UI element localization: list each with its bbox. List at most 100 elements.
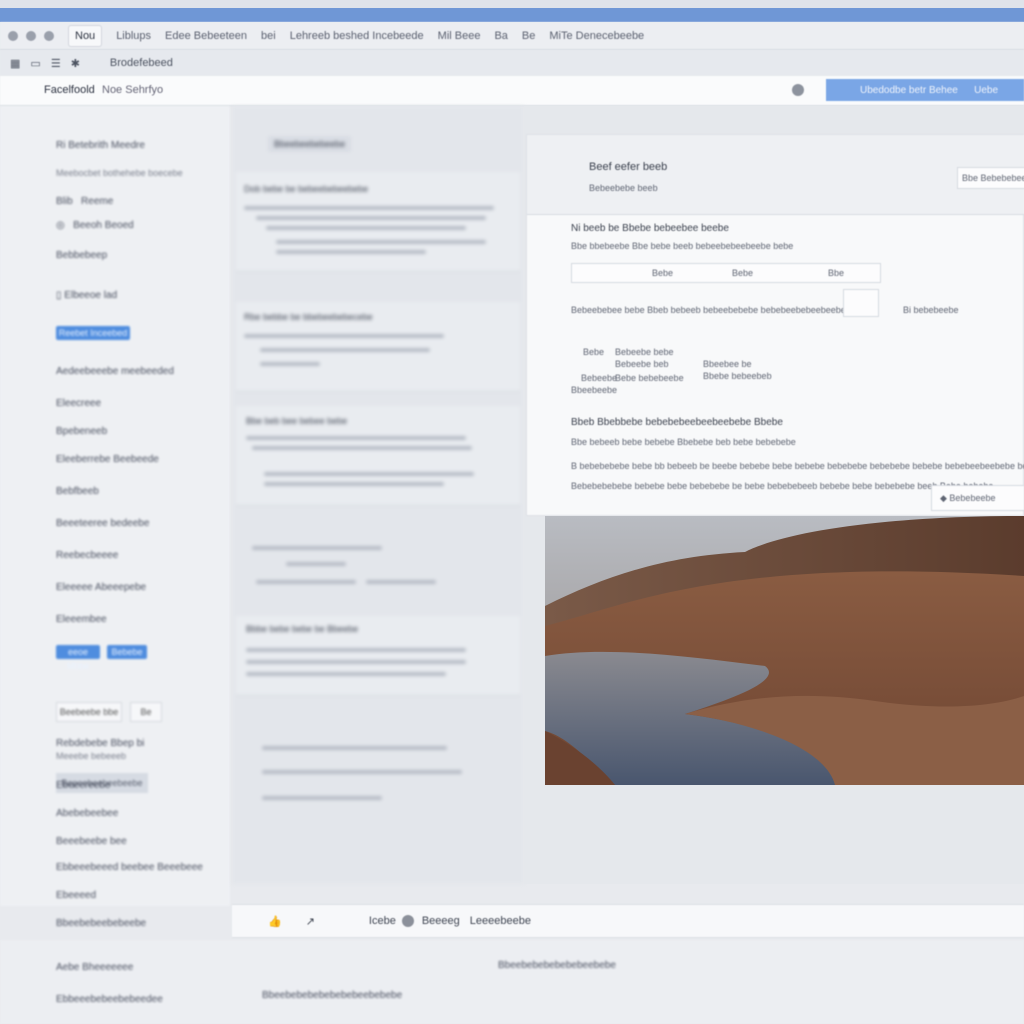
tab-bar: Nou Liblups Edee Bebeeteen bei Lehreeb b… (0, 22, 1024, 50)
menu-icon[interactable] (8, 30, 18, 41)
sidebar-small-button[interactable]: Bebebe (107, 645, 147, 659)
primary-action-label: Ubedodbe betr Behee (860, 84, 958, 96)
tab-item[interactable]: bei (261, 30, 276, 42)
panel-search-text: Bbe Bebebebee (962, 173, 1024, 183)
tab-active[interactable]: Nou (68, 24, 103, 47)
field-row[interactable]: Bebe Bebe Bbe (571, 263, 881, 283)
sidebar-subheading: Meebocbet bothehebe boecebe (56, 168, 183, 178)
field-label: Bebe (732, 268, 754, 278)
sidebar-small-button[interactable]: eeoe Mbbe (56, 645, 100, 671)
sidebar-item[interactable]: Eleeberrebe Beebeede (56, 454, 159, 465)
section-subtitle: Bbe bbebeebe Bbe bebe beeb bebeebebeebee… (571, 241, 794, 251)
text-line (252, 546, 382, 550)
tab-item[interactable]: Mil Beee (438, 30, 481, 42)
bottom-bar-label[interactable]: Leeeebeebe (470, 915, 531, 927)
text-line (260, 362, 320, 366)
field-label: Bebe (652, 268, 674, 278)
text-line (244, 206, 494, 210)
sidebar-item[interactable]: ◎ Beeoh Beoed (56, 220, 134, 231)
tab-item[interactable]: Ba (494, 30, 507, 42)
text-line (366, 580, 436, 584)
sidebar-item-badge: lad (103, 290, 118, 301)
star-icon[interactable]: ✱ (71, 57, 80, 70)
info-label: Bbeebeebe (571, 385, 618, 395)
grid-icon[interactable]: ▦ (10, 57, 20, 70)
text-line (244, 334, 444, 338)
list-icon[interactable]: ☰ (51, 57, 61, 70)
list-card[interactable]: Rbe bebbe be bbebeebebecebe (236, 302, 520, 392)
sidebar-item[interactable]: ▯ Elbeeoe lad (56, 290, 117, 301)
bottom-bar-label[interactable]: Beeeeg (422, 915, 460, 927)
footer-link[interactable]: Ebbeeebebeebebeedee (56, 994, 163, 1005)
landscape-illustration (545, 516, 1024, 785)
sidebar-item[interactable]: Abebebeebee (56, 808, 118, 819)
globe-icon: ◎ (56, 220, 65, 231)
sidebar-item[interactable]: Blib Reeme (56, 196, 113, 207)
sidebar-item-label: Reeme (81, 196, 114, 207)
status-dot-icon (401, 915, 414, 927)
forward-icon[interactable] (44, 30, 54, 41)
tab-item[interactable]: Be (522, 30, 535, 42)
share-icon[interactable]: ↗ (306, 915, 315, 928)
text-line (252, 446, 472, 450)
sidebar-input-small[interactable]: Be (130, 702, 162, 722)
sidebar-item[interactable]: Ebeeeed (56, 890, 96, 901)
text-line (264, 472, 474, 476)
sidebar-item[interactable]: Bbeebebeebebeebe (56, 918, 146, 929)
sidebar-item[interactable]: Eleeeee Abeeepebe (56, 582, 146, 593)
tab-item[interactable]: Lehreeb beshed Incebeede (290, 30, 424, 42)
info-value: Bebeebe bebe (615, 347, 674, 357)
panel-footer-button[interactable]: ◆ Bebebeebe (931, 485, 1024, 511)
sidebar-item[interactable]: Bebfbeeb (56, 486, 99, 497)
footer-text: Bbeebebebebebebeebebe (498, 960, 616, 971)
sidebar-item[interactable]: Eleeembee (56, 614, 107, 625)
list-card[interactable]: Bbe beb bee bebee bebe (236, 406, 520, 506)
sidebar: Ri Betebrith Meedre Meebocbet bothehebe … (0, 106, 230, 906)
sidebar-item[interactable]: Eleecreee (56, 398, 101, 409)
list-top-button[interactable]: Bbeebeebebeebe (268, 136, 352, 152)
sidebar-input[interactable]: Beebeebe bbe (56, 702, 122, 722)
sidebar-item[interactable]: Ebbeeebeeed beebee Beeebeee (56, 862, 203, 873)
bottom-bar: 👍 ↗ Icebe Beeeeg Leeeebeebe (232, 904, 1024, 938)
toolbar: ▦ ▭ ☰ ✱ Brodefebeed (0, 50, 1024, 76)
row-input[interactable] (843, 289, 879, 317)
footer-button-text: Bebebeebe (949, 493, 996, 503)
panel-header: Beef eefer beeb Bebeebebe beeb Bbe Bebeb… (527, 135, 1024, 215)
tab-item[interactable]: Liblups (116, 30, 151, 42)
tab-item[interactable]: Edee Bebeeteen (165, 30, 247, 42)
bottom-bar-label[interactable]: Icebe (369, 915, 396, 927)
site-title[interactable]: Facelfoold (44, 84, 95, 96)
sidebar-item[interactable]: Beeeteeree bedeebe (56, 518, 149, 529)
sidebar-item-label: Beeoh Beoed (73, 220, 134, 231)
row-count: Bi bebebeebe (903, 305, 959, 315)
primary-action-button[interactable]: Ubedodbe betr Behee Uebe (826, 79, 1024, 101)
paragraph: B bebebebebe bebe bb bebeeb be beebe beb… (571, 461, 1024, 471)
sidebar-action-button[interactable]: Reebet Inceebed (56, 326, 130, 340)
sidebar-item-sub: Meeebe bebeeeb (56, 751, 127, 761)
tab-item[interactable]: MiTe Denecebeebe (549, 30, 644, 42)
thumbs-up-icon[interactable]: 👍 (268, 915, 282, 928)
sidebar-item[interactable]: Reebecbeeee (56, 550, 118, 561)
list-card[interactable]: Bbbe bebe bebe be Bbeebe (236, 616, 520, 696)
text-line (276, 240, 486, 244)
folder-icon[interactable]: ▭ (30, 57, 40, 70)
info-value: Bebeebe beb (615, 359, 669, 369)
card-title: Rbe bebbe be bbebeebebecebe (244, 312, 373, 322)
sidebar-item[interactable]: Rebdebebe Bbep bi (56, 738, 144, 749)
sidebar-item[interactable]: Ebeeereebe (56, 780, 111, 791)
list-card[interactable] (236, 532, 520, 602)
panel-title: Beef eefer beeb (589, 161, 668, 173)
sidebar-item[interactable]: Bpebeneeb (56, 426, 107, 437)
card-title: Dob bebe be bebeebebeebebe (244, 184, 369, 194)
back-icon[interactable] (26, 30, 36, 41)
sidebar-item[interactable]: Beeebeebe bee (56, 836, 127, 847)
sidebar-item[interactable]: Bebbebeep (56, 250, 107, 261)
footer-link[interactable]: Aebe Bheeeeeee (56, 962, 133, 973)
sidebar-item[interactable]: Aedeebeeebe meebeeded (56, 366, 174, 377)
text-line (266, 226, 466, 230)
panel-search-input[interactable]: Bbe Bebebebee (957, 167, 1024, 189)
profile-icon[interactable] (792, 84, 804, 96)
site-subtitle[interactable]: Noe Sehrfyo (102, 84, 163, 96)
landscape-image (545, 516, 1024, 785)
list-card[interactable]: Dob bebe be bebeebebeebebe (236, 172, 520, 272)
